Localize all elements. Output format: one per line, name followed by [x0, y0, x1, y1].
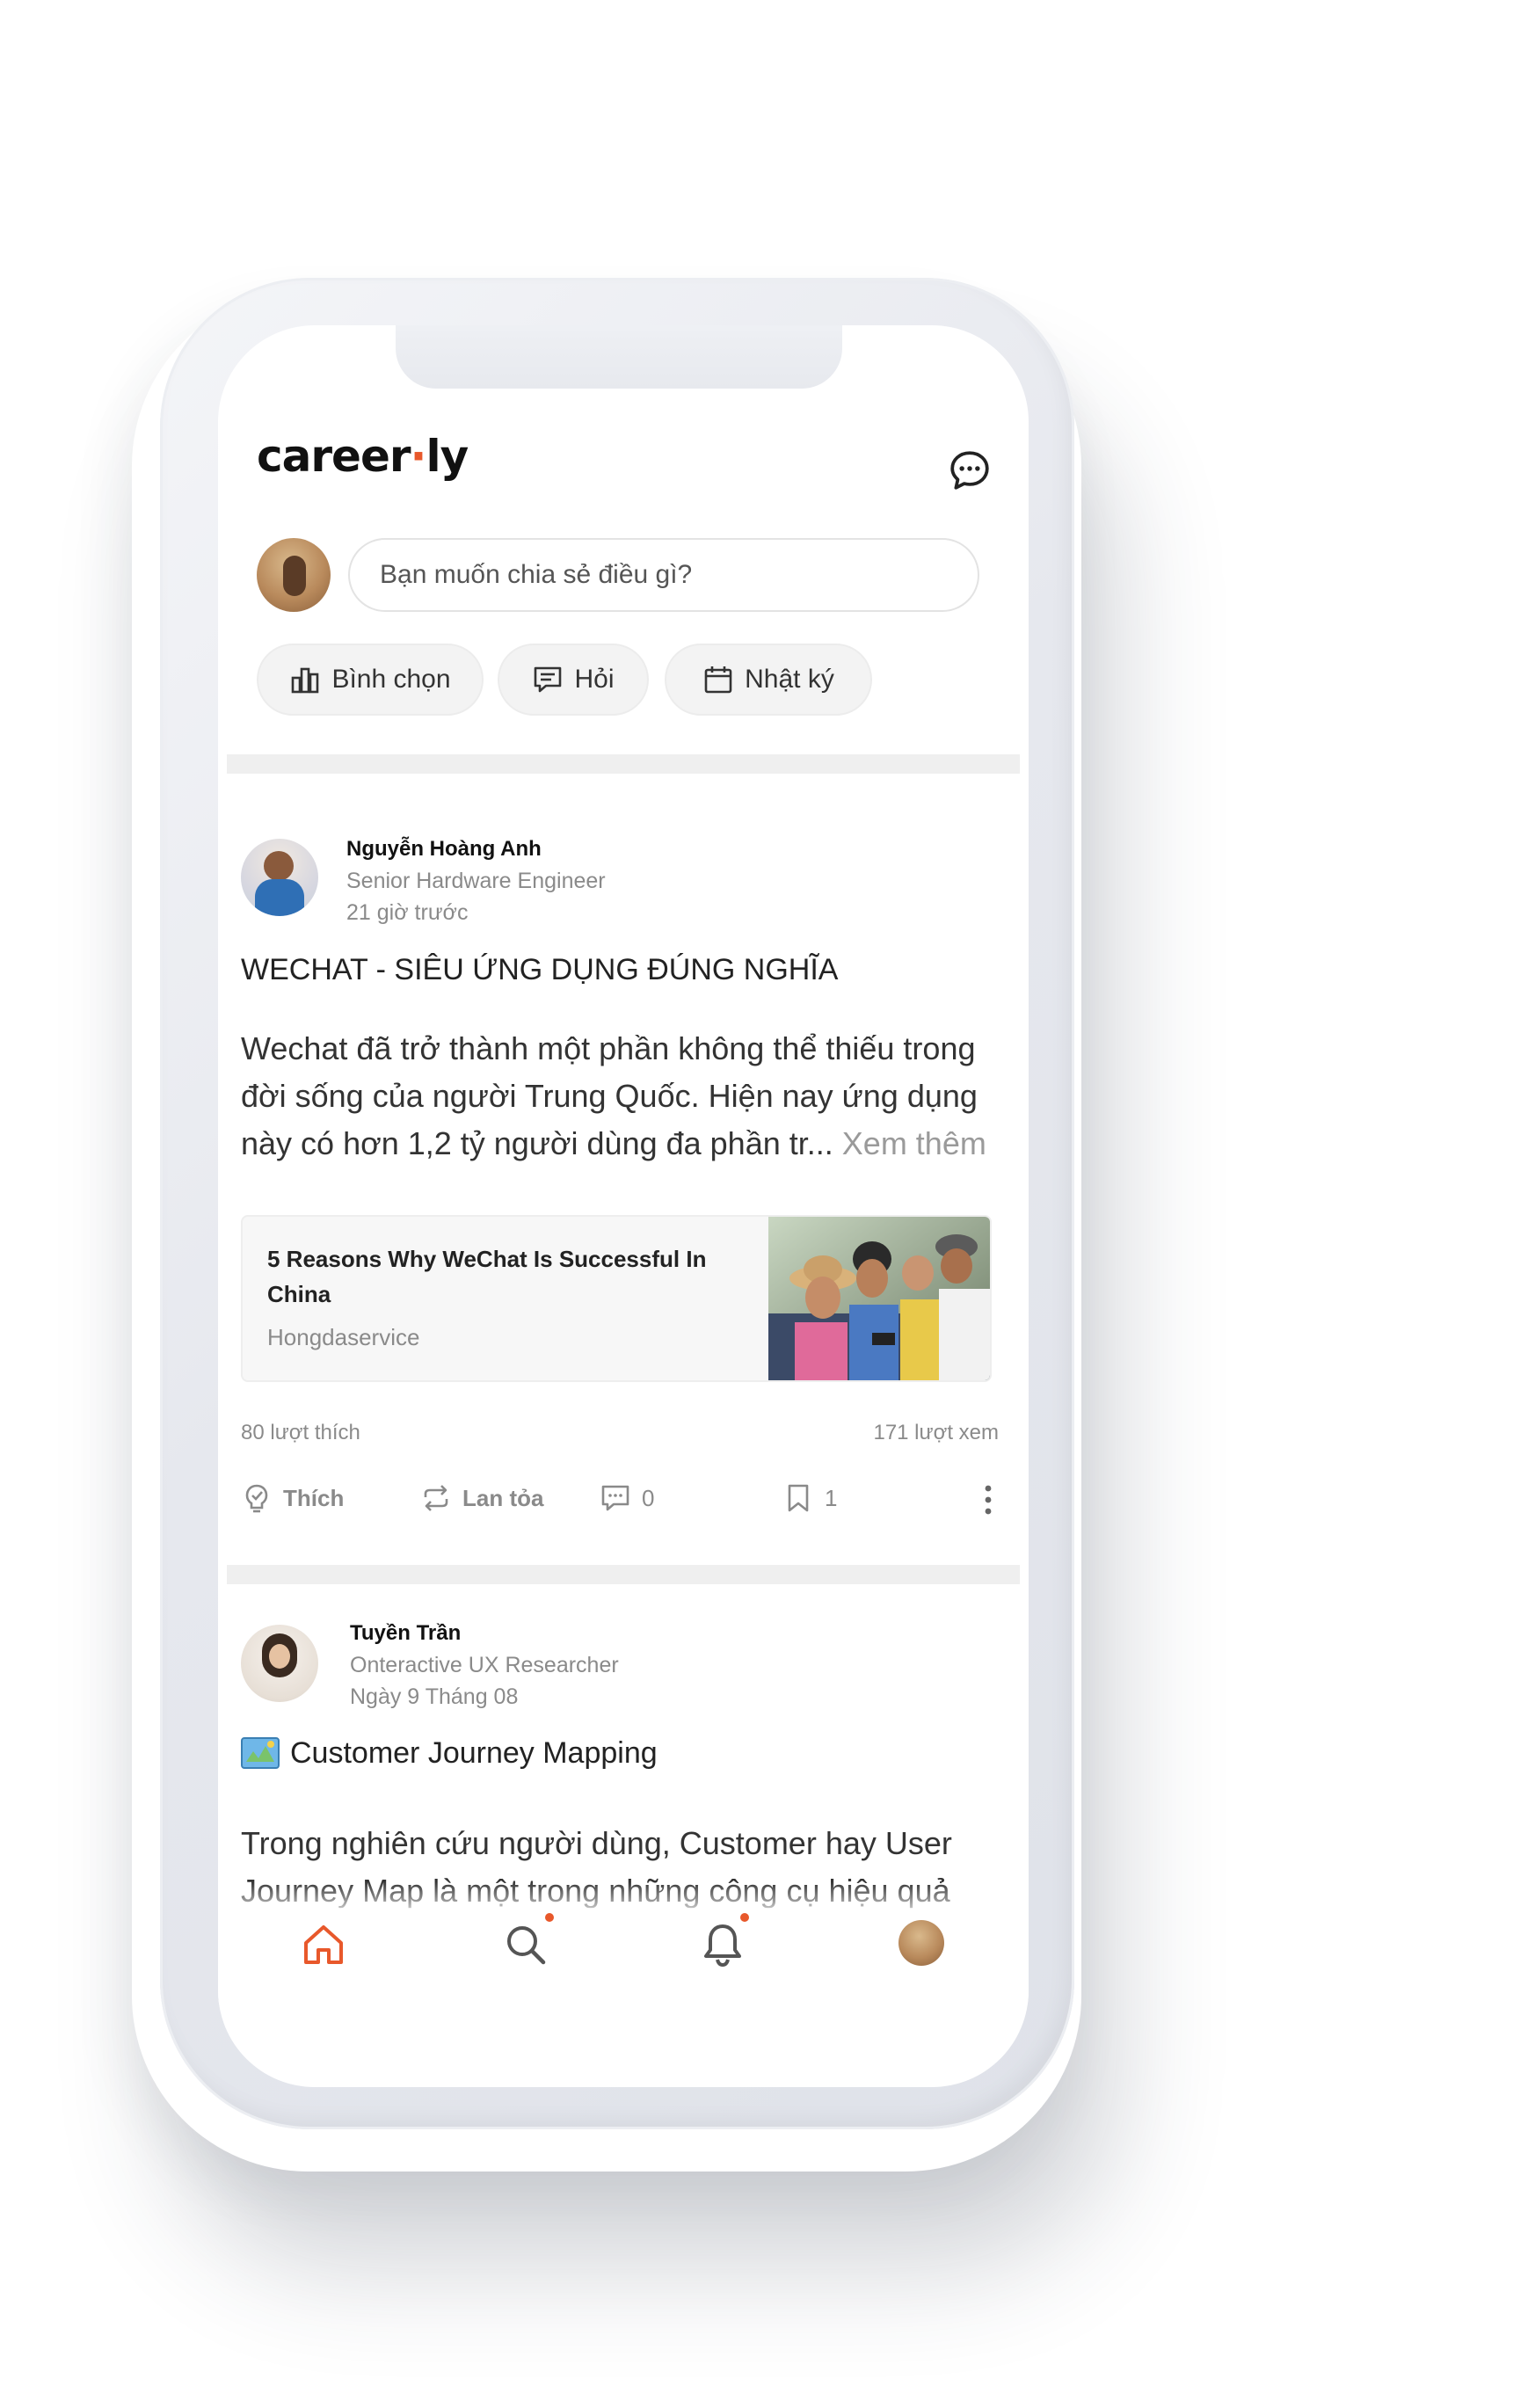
phone-notch [396, 325, 842, 389]
author-avatar[interactable] [241, 839, 318, 916]
poll-chip[interactable]: Bình chọn [257, 644, 484, 716]
poll-icon [292, 667, 319, 694]
lightbulb-check-icon [245, 1484, 268, 1513]
link-source: Hongdaservice [267, 1324, 420, 1350]
post-title[interactable]: WECHAT - SIÊU ỨNG DỤNG ĐÚNG NGHĨA [241, 953, 838, 987]
bookmark-icon [788, 1484, 809, 1512]
like-label: Thích [283, 1484, 345, 1511]
repost-icon [424, 1485, 448, 1511]
home-icon[interactable] [299, 1920, 348, 1969]
link-thumbnail-image [768, 1217, 990, 1380]
notification-badge [740, 1913, 749, 1922]
comment-icon [601, 1485, 629, 1511]
post-title: Customer Journey Mapping [290, 1735, 658, 1770]
app-screen: career·ly Bạn muốn chia sẻ điều gì? Bình… [218, 325, 1029, 2087]
map-icon [241, 1737, 280, 1769]
post-time: 21 giờ trước [346, 900, 469, 925]
author-role: Senior Hardware Engineer [346, 869, 606, 893]
author-avatar[interactable] [241, 1625, 318, 1702]
author-role: Onteractive UX Researcher [350, 1653, 619, 1677]
see-more-link[interactable]: Xem thêm [842, 1125, 986, 1161]
chat-icon[interactable] [948, 448, 992, 492]
journal-label: Nhật ký [745, 665, 834, 694]
search-icon[interactable] [501, 1920, 550, 1969]
more-options-icon[interactable] [983, 1484, 993, 1516]
author-name[interactable]: Nguyễn Hoàng Anh [346, 837, 542, 862]
likes-count[interactable]: 80 lượt thích [241, 1421, 360, 1445]
post-divider [227, 1565, 1020, 1584]
ask-label: Hỏi [574, 665, 615, 694]
share-button[interactable]: Lan tỏa [420, 1482, 543, 1514]
bookmark-count: 1 [825, 1484, 838, 1511]
post-time: Ngày 9 Tháng 08 [350, 1684, 519, 1709]
views-count: 171 lượt xem [873, 1421, 999, 1444]
section-divider [227, 754, 1020, 774]
comment-count: 0 [642, 1484, 655, 1511]
app-logo[interactable]: career·ly [257, 431, 469, 501]
link-title: 5 Reasons Why WeChat Is Successful In Ch… [267, 1246, 707, 1307]
calendar-icon [704, 666, 732, 694]
search-badge [545, 1913, 554, 1922]
bell-icon[interactable] [698, 1920, 747, 1969]
post-body[interactable]: Wechat đã trở thành một phần không thể t… [241, 1025, 997, 1168]
like-button[interactable]: Thích [241, 1482, 344, 1514]
share-label: Lan tỏa [462, 1484, 544, 1511]
link-preview-card[interactable]: 5 Reasons Why WeChat Is Successful In Ch… [241, 1215, 992, 1382]
profile-avatar[interactable] [898, 1920, 944, 1966]
author-name[interactable]: Tuyền Trần [350, 1621, 461, 1646]
poll-label: Bình chọn [331, 665, 451, 694]
user-avatar[interactable] [257, 538, 331, 612]
share-input[interactable]: Bạn muốn chia sẻ điều gì? [348, 538, 979, 612]
post-title-row[interactable]: Customer Journey Mapping [241, 1735, 658, 1771]
journal-chip[interactable]: Nhật ký [665, 644, 872, 716]
question-chat-icon [535, 666, 562, 693]
bookmark-button[interactable]: 1 [782, 1482, 837, 1514]
ask-chip[interactable]: Hỏi [498, 644, 649, 716]
comment-button[interactable]: 0 [600, 1482, 654, 1514]
